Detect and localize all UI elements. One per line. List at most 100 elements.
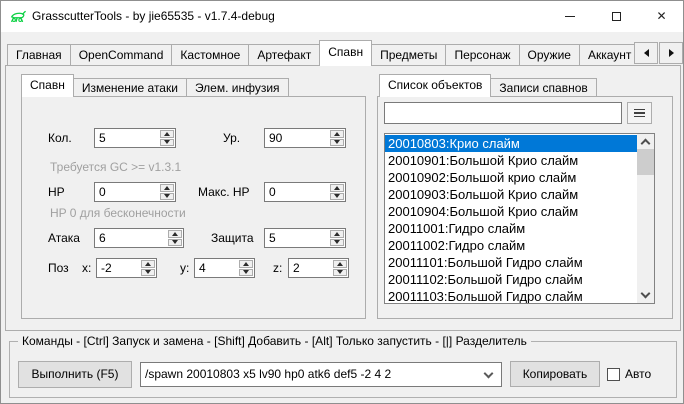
commands-groupbox: Команды - [Ctrl] Запуск и замена - [Shif… — [9, 341, 677, 398]
spawn-sub-tab-1[interactable]: Изменение атаки — [73, 78, 187, 97]
window-title: GrasscutterTools - by jie65535 - v1.7.4-… — [32, 1, 275, 31]
count-value[interactable]: 5 — [95, 129, 159, 147]
spawn-sub-tabstrip: СпавнИзменение атакиЭлем. инфузия — [21, 74, 361, 97]
main-tab-0[interactable]: Главная — [7, 44, 71, 66]
object-tabstrip: Список объектовЗаписи спавнов — [379, 74, 669, 97]
spin-down-button[interactable] — [333, 269, 347, 277]
list-item[interactable]: 20011101:Большой Гидро слайм — [385, 254, 637, 271]
spin-up-icon — [337, 262, 343, 266]
spin-up-button[interactable] — [333, 260, 347, 268]
search-input[interactable] — [384, 102, 622, 124]
main-tab-4[interactable]: Спавн — [319, 40, 372, 66]
command-text[interactable]: /spawn 20010803 x5 lv90 hp0 atk6 def5 -2… — [145, 363, 479, 386]
list-item[interactable]: 20010901:Большой Крио слайм — [385, 152, 637, 169]
spin-down-button[interactable] — [160, 193, 174, 201]
list-item[interactable]: 20011002:Гидро слайм — [385, 237, 637, 254]
spin-down-icon — [164, 140, 170, 144]
spin-up-icon — [145, 262, 151, 266]
list-scrollbar[interactable] — [637, 134, 654, 303]
object-tab-0[interactable]: Список объектов — [379, 74, 491, 97]
pos-y-value[interactable]: 4 — [195, 259, 238, 277]
search-menu-button[interactable] — [627, 102, 652, 124]
main-tabstrip: ГлавнаяOpenCommandКастомноеАртефактСпавн… — [7, 40, 634, 66]
scrollbar-thumb[interactable] — [637, 149, 654, 175]
spin-up-button[interactable] — [330, 130, 344, 138]
main-tab-1[interactable]: OpenCommand — [70, 44, 173, 66]
spin-up-button[interactable] — [160, 130, 174, 138]
level-label: Ур. — [223, 128, 240, 148]
spin-down-button[interactable] — [168, 239, 182, 247]
defense-spinner[interactable]: 5 — [264, 228, 346, 248]
spawn-sub-tab-2[interactable]: Элем. инфузия — [186, 78, 289, 97]
spin-down-icon — [164, 194, 170, 198]
defense-value[interactable]: 5 — [265, 229, 329, 247]
list-item[interactable]: 20010902:Большой крио слайм — [385, 169, 637, 186]
hp-spinner[interactable]: 0 — [94, 182, 176, 202]
spawn-sub-tab-0[interactable]: Спавн — [21, 74, 74, 97]
app-window: GrasscutterTools - by jie65535 - v1.7.4-… — [0, 0, 684, 404]
maxhp-spinner[interactable]: 0 — [264, 182, 346, 202]
tab-scroll-right-button[interactable] — [659, 42, 683, 64]
pos-z-spinner[interactable]: 2 — [288, 258, 349, 278]
maximize-button[interactable] — [593, 1, 639, 31]
gc-version-note: Требуется GC >= v1.3.1 — [50, 160, 181, 174]
maxhp-value[interactable]: 0 — [265, 183, 329, 201]
pos-x-spinner[interactable]: -2 — [96, 258, 157, 278]
main-tab-8[interactable]: Аккаунт — [579, 44, 634, 66]
attack-spinner[interactable]: 6 — [94, 228, 184, 248]
spin-up-button[interactable] — [239, 260, 253, 268]
spin-down-button[interactable] — [160, 139, 174, 147]
command-combobox[interactable]: /spawn 20010803 x5 lv90 hp0 atk6 def5 -2… — [140, 362, 502, 387]
main-tab-7[interactable]: Оружие — [519, 44, 580, 66]
spin-up-button[interactable] — [168, 230, 182, 238]
level-spinner[interactable]: 90 — [264, 128, 346, 148]
main-tab-5[interactable]: Предметы — [371, 44, 446, 66]
commands-legend: Команды - [Ctrl] Запуск и замена - [Shif… — [18, 334, 531, 348]
pos-y-label: y: — [180, 258, 189, 278]
list-item[interactable]: 20010803:Крио слайм — [385, 135, 637, 152]
scroll-up-icon[interactable] — [641, 139, 651, 149]
attack-value[interactable]: 6 — [95, 229, 167, 247]
tab-scroll-left-button[interactable] — [634, 42, 658, 64]
run-button[interactable]: Выполнить (F5) — [18, 361, 132, 388]
pos-z-value[interactable]: 2 — [289, 259, 332, 277]
spin-down-button[interactable] — [141, 269, 155, 277]
arrow-right-icon — [669, 49, 674, 57]
count-spinner[interactable]: 5 — [94, 128, 176, 148]
level-value[interactable]: 90 — [265, 129, 329, 147]
object-tab-1[interactable]: Записи спавнов — [490, 78, 596, 97]
spin-up-button[interactable] — [160, 184, 174, 192]
list-item[interactable]: 20010904:Большой Крио слайм — [385, 203, 637, 220]
list-item[interactable]: 20011103:Большой Гидро слайм — [385, 288, 637, 304]
spin-down-button[interactable] — [330, 239, 344, 247]
spin-down-button[interactable] — [330, 193, 344, 201]
spin-up-icon — [164, 132, 170, 136]
main-tab-2[interactable]: Кастомное — [171, 44, 249, 66]
spin-up-icon — [243, 262, 249, 266]
spin-down-button[interactable] — [239, 269, 253, 277]
spin-up-button[interactable] — [141, 260, 155, 268]
arrow-left-icon — [644, 49, 649, 57]
pos-x-value[interactable]: -2 — [97, 259, 140, 277]
chevron-down-icon — [484, 369, 494, 379]
list-item[interactable]: 20011001:Гидро слайм — [385, 220, 637, 237]
close-icon: ✕ — [656, 10, 666, 22]
spin-up-button[interactable] — [330, 230, 344, 238]
spin-up-button[interactable] — [330, 184, 344, 192]
list-item[interactable]: 20011102:Большой Гидро слайм — [385, 271, 637, 288]
object-listbox[interactable]: 20010803:Крио слайм20010901:Большой Крио… — [384, 133, 655, 304]
main-tab-6[interactable]: Персонаж — [445, 44, 519, 66]
close-button[interactable]: ✕ — [638, 1, 684, 31]
main-tab-3[interactable]: Артефакт — [248, 44, 320, 66]
pos-y-spinner[interactable]: 4 — [194, 258, 255, 278]
hp-value[interactable]: 0 — [95, 183, 159, 201]
minimize-button[interactable] — [547, 1, 593, 31]
copy-button[interactable]: Копировать — [510, 361, 600, 387]
spin-down-button[interactable] — [330, 139, 344, 147]
auto-checkbox[interactable] — [607, 368, 620, 381]
maxhp-label: Макс. HP — [198, 182, 250, 202]
list-item[interactable]: 20010903:Большой Крио слайм — [385, 186, 637, 203]
scroll-down-icon[interactable] — [641, 289, 651, 299]
titlebar: GrasscutterTools - by jie65535 - v1.7.4-… — [1, 1, 683, 32]
spin-down-icon — [334, 194, 340, 198]
